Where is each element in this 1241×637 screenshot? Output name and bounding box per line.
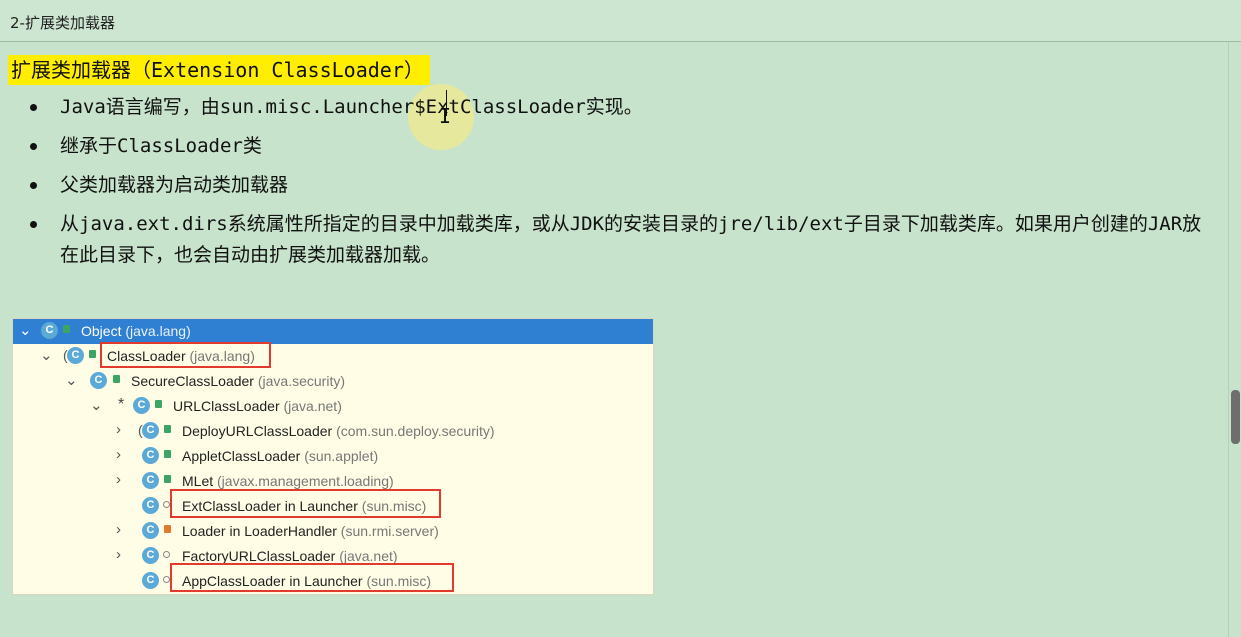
expand-arrow-icon[interactable]: › — [116, 421, 121, 438]
public-lock-icon — [164, 425, 171, 433]
annotation-box-appclassloader — [170, 563, 454, 592]
class-icon: C — [142, 472, 159, 489]
class-hierarchy-tree: ⌄ C Object (java.lang) ⌄ ( C ClassLoader… — [12, 318, 654, 595]
class-icon: C — [142, 422, 159, 439]
list-item: 继承于ClassLoader类 — [30, 131, 1230, 162]
bullet-list: Java语言编写，由sun.misc.Launcher$ExtClassLoad… — [30, 92, 1230, 279]
annotation-box-classloader — [100, 342, 271, 368]
collapse-arrow-icon[interactable]: ⌄ — [90, 396, 103, 414]
bullet-icon — [30, 221, 37, 228]
class-icon: C — [142, 522, 159, 539]
tree-row-urlclassloader[interactable]: ⌄ * C URLClassLoader (java.net) — [13, 394, 653, 419]
tree-row-label: MLet (javax.management.loading) — [182, 473, 394, 489]
public-lock-icon — [113, 375, 120, 383]
tree-row-loader[interactable]: › C Loader in LoaderHandler (sun.rmi.ser… — [13, 519, 653, 544]
window-title: 2-扩展类加载器 — [10, 14, 115, 32]
collapse-arrow-icon[interactable]: ⌄ — [40, 346, 53, 364]
annotation-box-extclassloader — [170, 489, 441, 518]
bullet-icon — [30, 143, 37, 150]
ibeam-cursor-icon: I — [439, 104, 452, 128]
collapse-arrow-icon[interactable]: ⌄ — [65, 371, 78, 389]
tree-row-label: AppletClassLoader (sun.applet) — [182, 448, 379, 464]
expand-arrow-icon[interactable]: › — [116, 446, 121, 463]
private-lock-icon — [164, 525, 171, 533]
bullet-text: 父类加载器为启动类加载器 — [60, 174, 289, 196]
tree-row-label: DeployURLClassLoader (com.sun.deploy.sec… — [182, 423, 495, 439]
tree-row-label: Object (java.lang) — [81, 323, 191, 339]
tree-row-label: URLClassLoader (java.net) — [173, 398, 342, 414]
bullet-text: 从java.ext.dirs系统属性所指定的目录中加载类库，或从JDK的安装目录… — [60, 213, 1202, 266]
tree-row-deployurlclassloader[interactable]: › ( C DeployURLClassLoader (com.sun.depl… — [13, 419, 653, 444]
bullet-icon — [30, 182, 37, 189]
bullet-icon — [30, 104, 37, 111]
public-lock-icon — [89, 350, 96, 358]
window-titlebar: 2-扩展类加载器 — [0, 0, 1241, 42]
bullet-text: 继承于ClassLoader类 — [60, 135, 262, 157]
public-lock-icon — [164, 450, 171, 458]
scrollbar-thumb[interactable] — [1231, 390, 1240, 444]
tree-row-label: Loader in LoaderHandler (sun.rmi.server) — [182, 523, 439, 539]
tree-row-label: FactoryURLClassLoader (java.net) — [182, 548, 398, 564]
class-icon: C — [67, 347, 84, 364]
page-heading: 扩展类加载器（Extension ClassLoader） — [8, 55, 430, 85]
public-lock-icon — [155, 400, 162, 408]
expand-arrow-icon[interactable]: › — [116, 546, 121, 563]
tree-row-object[interactable]: ⌄ C Object (java.lang) — [13, 319, 653, 344]
bullet-text: Java语言编写，由sun.misc.Launcher$ExtClassLoad… — [60, 96, 643, 118]
tree-row-appletclassloader[interactable]: › C AppletClassLoader (sun.applet) — [13, 444, 653, 469]
public-lock-icon — [63, 325, 70, 333]
expand-arrow-icon[interactable]: › — [116, 521, 121, 538]
class-icon: C — [90, 372, 107, 389]
collapse-arrow-icon[interactable]: ⌄ — [19, 321, 32, 339]
package-private-icon — [163, 501, 170, 508]
star-marker-icon: * — [118, 396, 125, 413]
package-private-icon — [163, 576, 170, 583]
class-icon: C — [41, 322, 58, 339]
class-icon: C — [142, 497, 159, 514]
public-lock-icon — [164, 475, 171, 483]
list-item: 父类加载器为启动类加载器 — [30, 170, 1230, 201]
package-private-icon — [163, 551, 170, 558]
class-icon: C — [133, 397, 150, 414]
tree-row-label: SecureClassLoader (java.security) — [131, 373, 345, 389]
class-icon: C — [142, 447, 159, 464]
tree-row-secureclassloader[interactable]: ⌄ C SecureClassLoader (java.security) — [13, 369, 653, 394]
class-icon: C — [142, 547, 159, 564]
list-item: Java语言编写，由sun.misc.Launcher$ExtClassLoad… — [30, 92, 1230, 123]
list-item: 从java.ext.dirs系统属性所指定的目录中加载类库，或从JDK的安装目录… — [30, 209, 1230, 271]
expand-arrow-icon[interactable]: › — [116, 471, 121, 488]
class-icon: C — [142, 572, 159, 589]
